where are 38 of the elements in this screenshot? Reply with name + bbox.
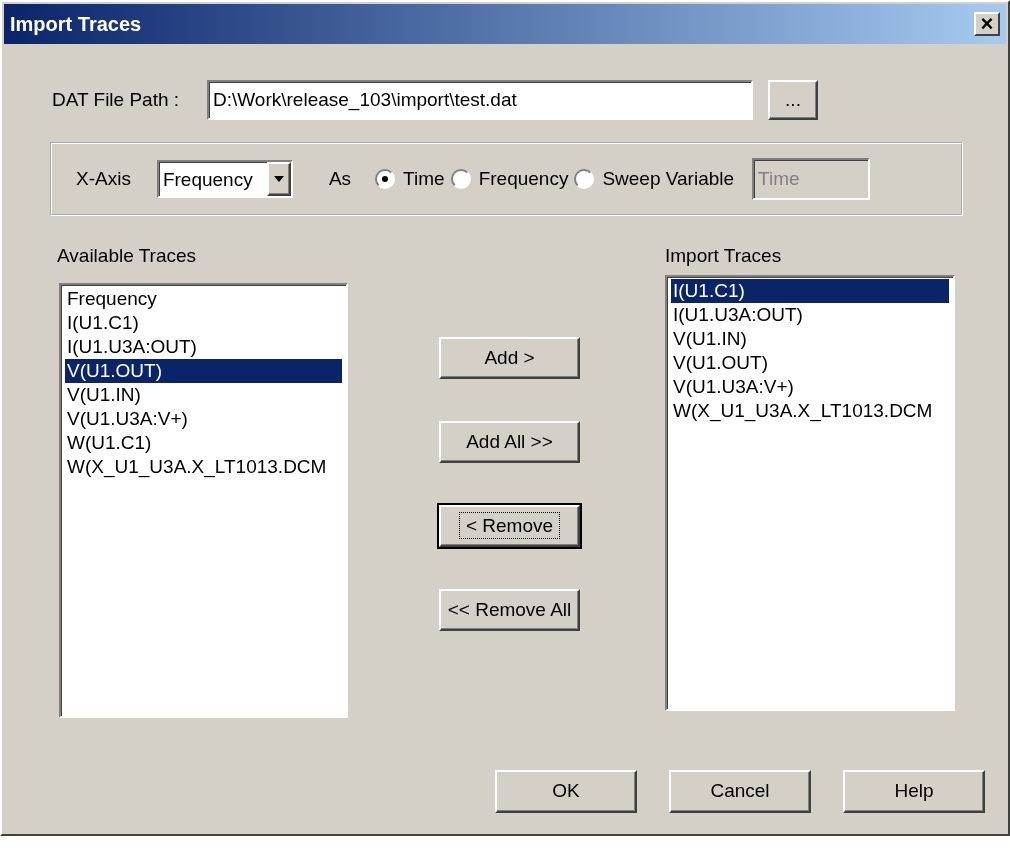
field-label: As (328, 166, 352, 191)
radio-label[interactable]: Time (403, 164, 445, 194)
radio-label[interactable]: Frequency (478, 164, 569, 194)
dropdown-arrow-icon (273, 176, 284, 182)
field-label: X-Axis (76, 166, 131, 191)
button[interactable]: Add All >> (439, 421, 580, 463)
list-item[interactable]: I(U1.U3A:OUT) (65, 334, 342, 359)
path-field[interactable]: D:\Work\release_103\import\test.dat (207, 80, 753, 120)
list-item[interactable]: W(U1.C1) (65, 430, 342, 455)
list-item[interactable]: V(U1.U3A:V+) (671, 374, 949, 399)
radio-button[interactable] (450, 169, 471, 189)
list-label: Import Traces (665, 244, 783, 268)
list-label: Available Traces (57, 244, 198, 268)
button[interactable]: << Remove All (439, 589, 580, 631)
list-item[interactable]: V(U1.IN) (65, 382, 342, 407)
button[interactable]: Add > (439, 337, 580, 379)
radio-label[interactable]: Sweep Variable (602, 164, 735, 194)
close-button[interactable]: × (974, 12, 1000, 36)
window-title: Import Traces (10, 12, 142, 37)
list-item[interactable]: W(X_U1_U3A.X_LT1013.DCM (65, 454, 342, 479)
list-item[interactable]: Frequency (65, 286, 342, 311)
button[interactable]: Cancel (669, 769, 811, 813)
radio-button[interactable] (574, 169, 595, 189)
radio-button[interactable] (375, 169, 396, 189)
list-item[interactable]: V(U1.OUT) (671, 350, 949, 375)
list-item[interactable]: V(U1.U3A:V+) (65, 406, 342, 431)
axis-dropdown[interactable]: Frequency (156, 160, 293, 198)
list-item[interactable]: I(U1.C1) (65, 310, 342, 335)
button[interactable]: < Remove (439, 505, 580, 547)
button[interactable]: Help (843, 769, 985, 813)
list-item[interactable]: I(U1.C1) (671, 278, 949, 303)
list-item[interactable]: I(U1.U3A:OUT) (671, 302, 949, 327)
button[interactable]: OK (495, 769, 637, 813)
list-item[interactable]: V(U1.OUT) (65, 358, 342, 383)
list-item[interactable]: V(U1.IN) (671, 326, 949, 351)
list-item[interactable]: W(X_U1_U3A.X_LT1013.DCM (671, 398, 949, 423)
browse-button[interactable]: ... (768, 80, 818, 120)
field-label: DAT File Path : (52, 87, 181, 112)
